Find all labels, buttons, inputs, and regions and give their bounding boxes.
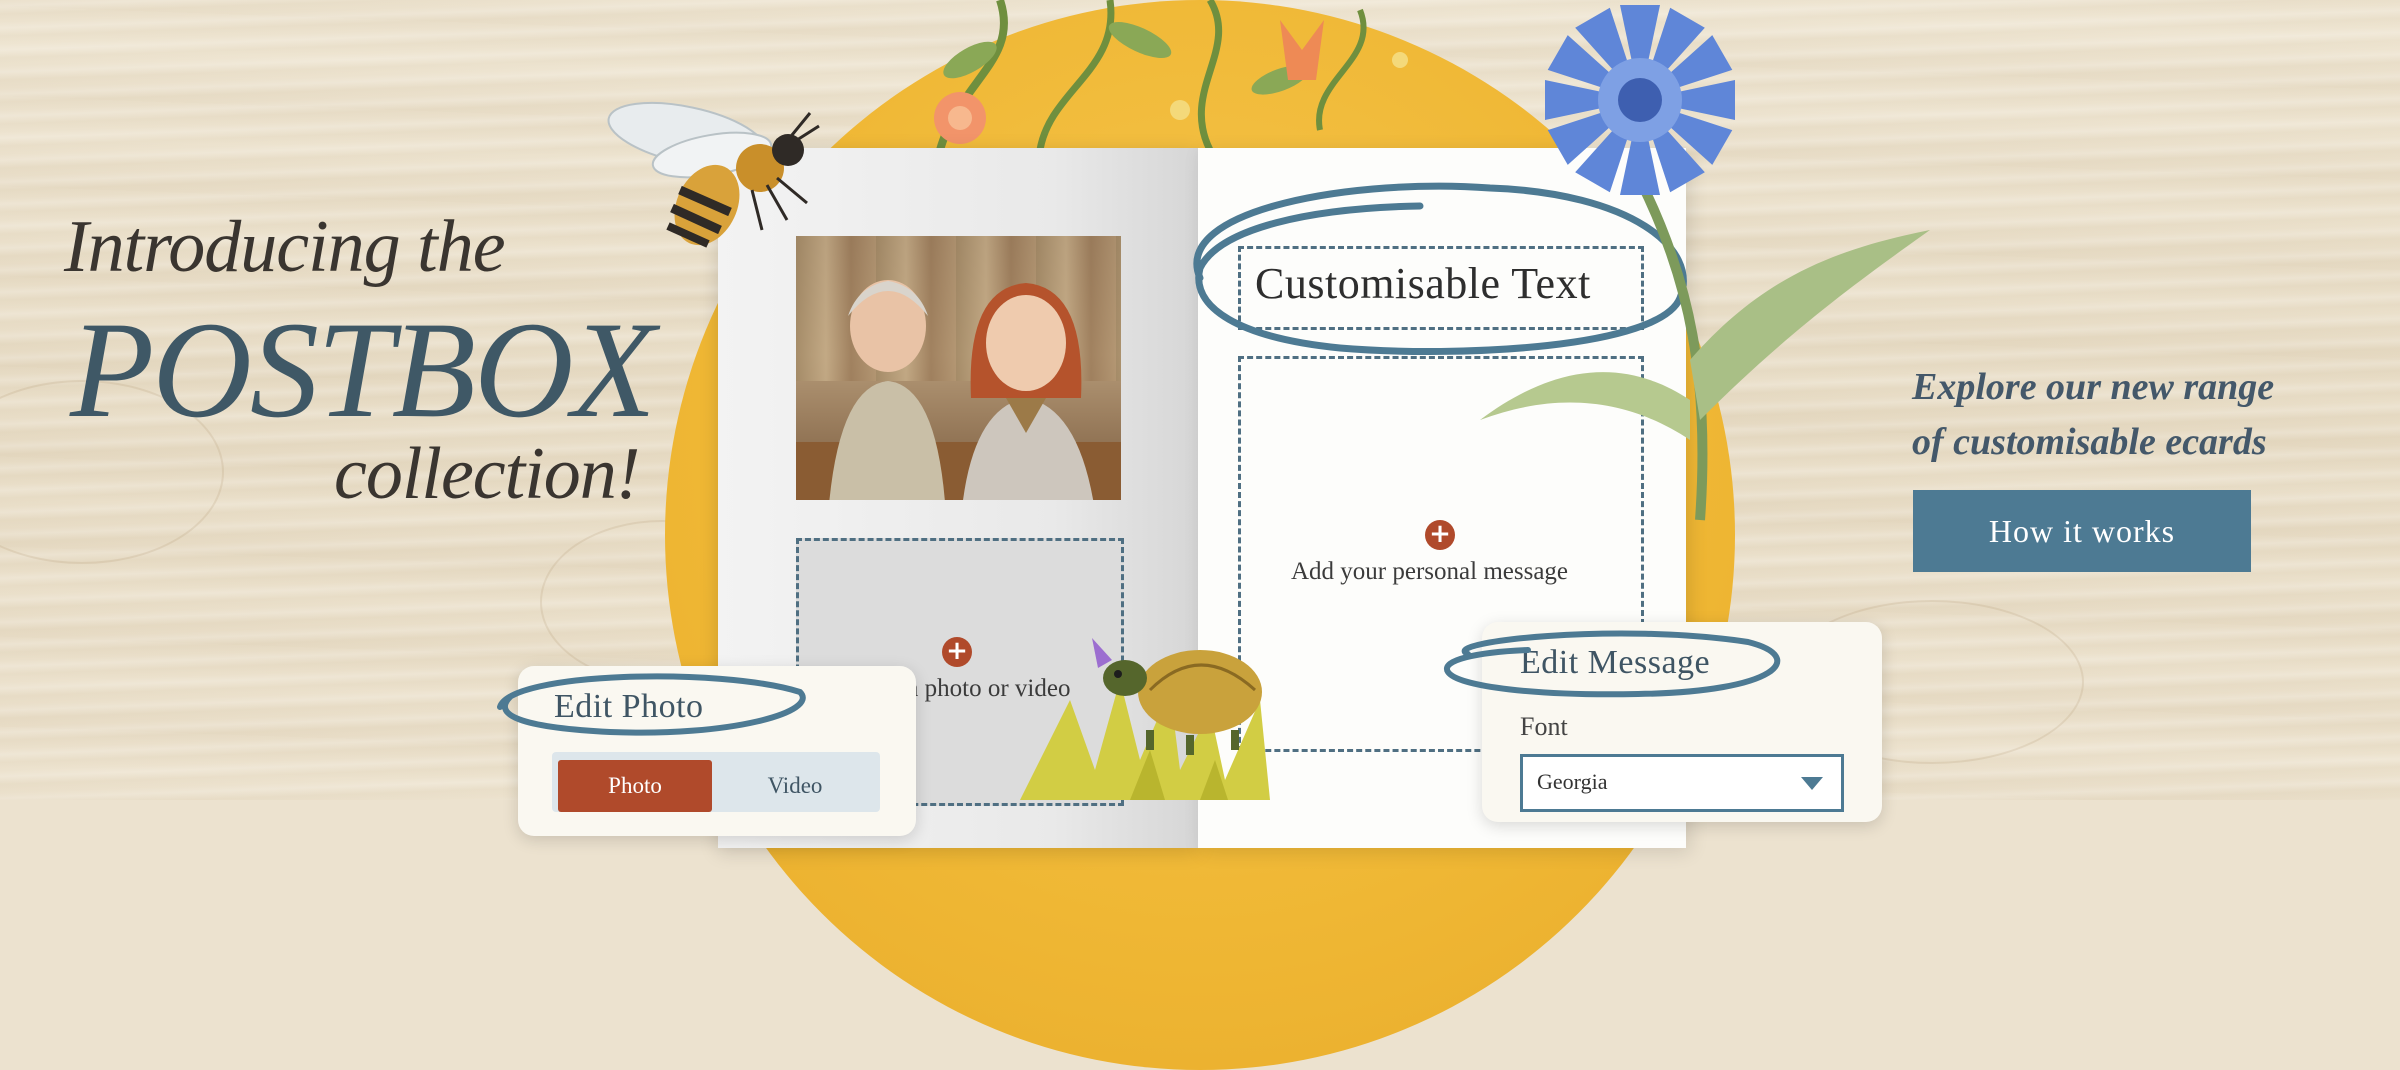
message-hint: Add your personal message xyxy=(1291,558,1569,585)
floral-vines-illustration xyxy=(934,0,1408,150)
photo-tab[interactable]: Photo xyxy=(558,760,712,812)
photo-person-right xyxy=(963,283,1094,500)
edit-photo-scribble xyxy=(497,673,806,736)
how-it-works-button[interactable]: How it works xyxy=(1913,490,2251,572)
edit-message-scribble xyxy=(1443,630,1781,698)
plus-circle-icon[interactable]: + xyxy=(942,637,972,667)
cornflower-illustration xyxy=(1480,5,1930,521)
brand-heading: POSTBOX xyxy=(70,293,656,446)
tortoise-illustration xyxy=(1020,638,1270,800)
font-label: Font xyxy=(1520,712,1568,741)
collection-heading: collection! xyxy=(334,433,640,515)
video-tab[interactable]: Video xyxy=(718,760,872,812)
media-type-toggle: Photo Video xyxy=(552,752,880,812)
font-select[interactable]: Georgia xyxy=(1520,754,1844,812)
chevron-down-icon[interactable] xyxy=(1801,777,1823,790)
explore-tagline: Explore our new range of customisable ec… xyxy=(1912,366,2275,463)
plus-circle-icon[interactable]: + xyxy=(1425,520,1455,550)
font-select-value: Georgia xyxy=(1537,769,1608,794)
intro-heading: Introducing the xyxy=(64,206,506,288)
card-photo[interactable] xyxy=(796,236,1121,500)
photo-person-left xyxy=(829,280,945,500)
bee-illustration xyxy=(607,101,820,248)
